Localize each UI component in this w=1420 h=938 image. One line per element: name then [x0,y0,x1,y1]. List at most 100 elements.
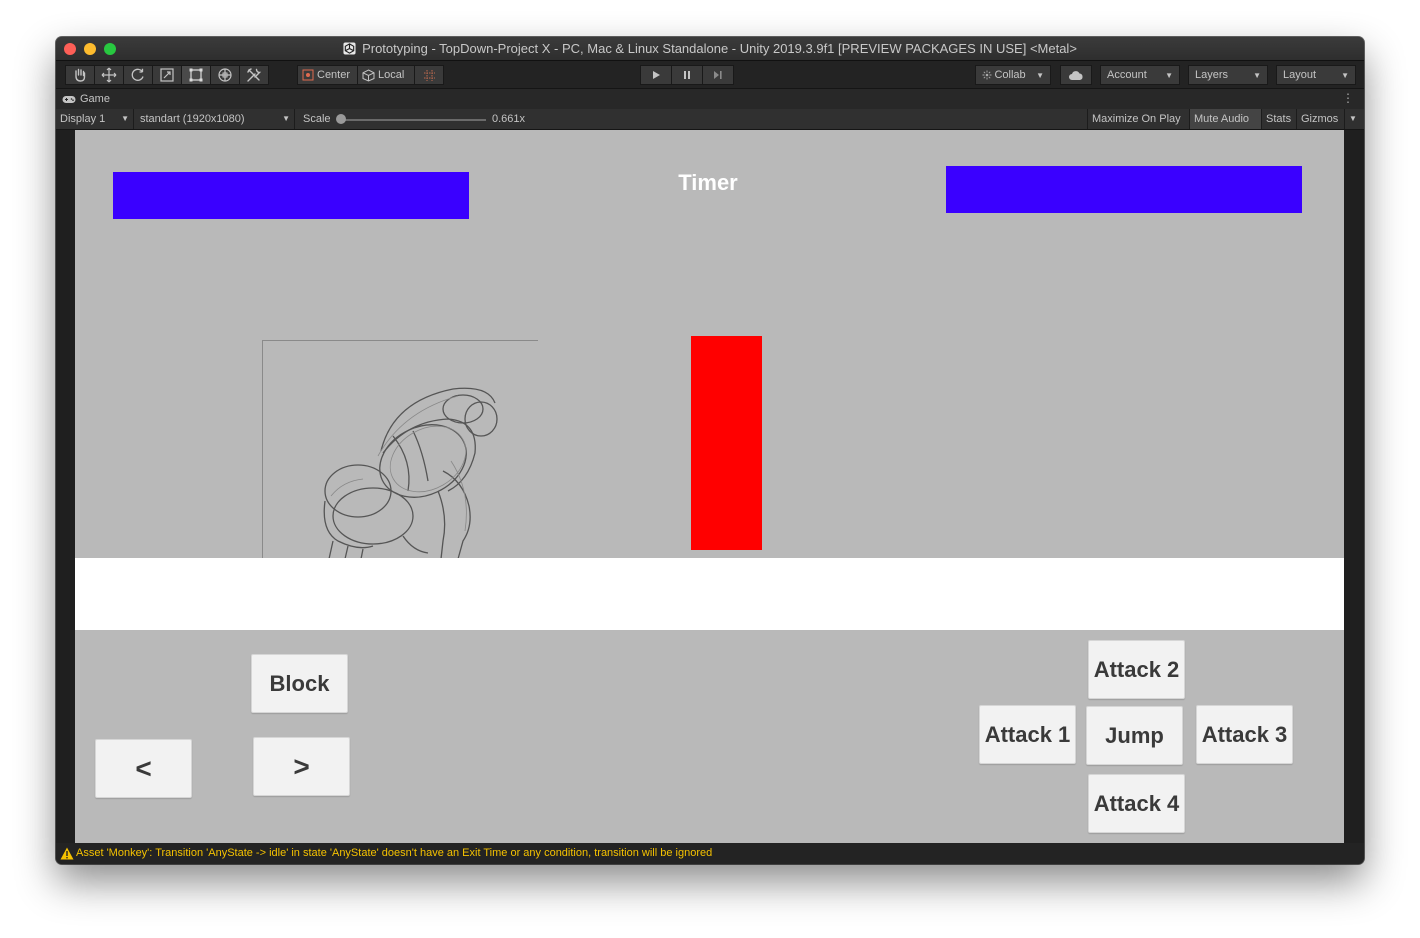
collab-caret-icon: ▼ [1036,70,1044,80]
pivot-space-button[interactable]: Local [357,65,415,85]
tab-game-label: Game [80,93,110,105]
minimize-window-button[interactable] [84,43,96,55]
account-label: Account [1107,69,1147,81]
resolution-label: standart (1920x1080) [140,113,245,125]
unity-logo-icon [343,42,356,55]
layers-caret-icon: ▼ [1253,70,1261,80]
pivot-mode-label: Center [317,69,351,81]
attack-4-button[interactable]: Attack 4 [1088,774,1185,833]
gizmos-label: Gizmos [1301,113,1339,125]
stats-label: Stats [1266,113,1292,125]
move-left-label: < [135,752,152,784]
layout-dropdown[interactable]: Layout ▼ [1276,65,1356,85]
pause-button[interactable] [671,65,703,85]
collab-dropdown[interactable]: Collab ▼ [975,65,1051,85]
timer-label: Timer [678,170,738,195]
scale-icon [160,68,174,82]
ground-platform [75,558,1344,630]
pause-icon [684,71,690,79]
layout-label: Layout [1283,69,1317,81]
layers-label: Layers [1195,69,1229,81]
layout-caret-icon: ▼ [1341,70,1349,80]
mute-audio-toggle[interactable]: Mute Audio [1189,109,1261,129]
attack-1-label: Attack 1 [984,721,1071,747]
layers-dropdown[interactable]: Layers ▼ [1188,65,1268,85]
status-message: Asset 'Monkey': Transition 'AnyState -> … [76,847,713,859]
scale-value: 0.661x [492,113,526,125]
pivot-space-label: Local [378,69,405,81]
step-button[interactable] [702,65,734,85]
resolution-caret-icon: ▼ [282,114,290,123]
window-title: Prototyping - TopDown-Project X - PC, Ma… [362,41,1077,56]
move-tool-button[interactable] [94,65,124,85]
game-tab-bar: Game ⋮ [56,89,1364,109]
attack-4-label: Attack 4 [1093,790,1180,816]
step-icon [714,71,722,79]
monkey-sketch-icon [323,387,498,560]
close-window-button[interactable] [64,43,76,55]
rotate-icon [131,68,144,81]
gamepad-icon [62,95,76,103]
gizmos-dropdown[interactable]: ▼ [1344,109,1364,129]
hand-icon [75,68,86,82]
account-dropdown[interactable]: Account ▼ [1100,65,1180,85]
player-health-bar [113,172,469,219]
jump-button[interactable]: Jump [1086,706,1183,765]
play-button[interactable] [640,65,672,85]
tab-game[interactable]: Game [62,93,110,105]
cloud-services-button[interactable] [1060,65,1092,85]
game-view-controls: Display 1 ▼ standart (1920x1080) ▼ Scale… [56,109,1364,130]
grid-snap-button[interactable] [414,65,444,85]
grid-snap-icon [423,69,435,81]
pivot-mode-button[interactable]: Center [297,65,358,85]
gizmos-caret-icon: ▼ [1349,114,1357,123]
attack-3-label: Attack 3 [1201,721,1288,747]
local-cube-icon [362,68,375,82]
block-button-label: Block [269,670,330,696]
main-toolbar: Center Local Collab ▼ Account ▼ Layers ▼… [56,61,1364,89]
scale-tool-button[interactable] [152,65,182,85]
console-status-bar[interactable]: Asset 'Monkey': Transition 'AnyState -> … [56,843,1364,864]
attack-2-button[interactable]: Attack 2 [1088,640,1185,699]
play-icon [653,71,660,79]
collab-label: Collab [994,69,1026,81]
display-dropdown[interactable]: Display 1 ▼ [56,109,134,129]
tools-wrench-icon [247,68,262,82]
maximize-on-play-toggle[interactable]: Maximize On Play [1087,109,1189,129]
move-right-label: > [293,750,310,782]
stats-toggle[interactable]: Stats [1261,109,1296,129]
game-viewport[interactable]: Timer Block < > Attack 2 Attack 1 Jump A… [75,130,1344,843]
monkey-sprite [262,340,538,560]
more-options-icon[interactable]: ⋮ [1342,91,1354,105]
transform-gizmo-icon [218,68,232,82]
rotate-tool-button[interactable] [123,65,153,85]
move-arrows-icon [101,67,117,83]
attack-1-button[interactable]: Attack 1 [979,705,1076,764]
move-right-button[interactable]: > [253,737,350,796]
block-button[interactable]: Block [251,654,348,713]
enemy-health-bar [946,166,1302,213]
attack-3-button[interactable]: Attack 3 [1196,705,1293,764]
rect-tool-button[interactable] [181,65,211,85]
scale-label: Scale [303,113,331,125]
transform-tool-button[interactable] [210,65,240,85]
maximize-window-button[interactable] [104,43,116,55]
resolution-dropdown[interactable]: standart (1920x1080) ▼ [136,109,295,129]
rect-transform-icon [189,68,203,82]
enemy-block [691,336,762,550]
display-caret-icon: ▼ [121,114,129,123]
maximize-on-play-label: Maximize On Play [1092,113,1181,125]
move-left-button[interactable]: < [95,739,192,798]
unity-editor-window: Prototyping - TopDown-Project X - PC, Ma… [56,37,1364,864]
scale-slider-handle[interactable] [336,114,346,124]
pivot-center-icon [302,69,314,81]
hand-tool-button[interactable] [65,65,95,85]
custom-tool-button[interactable] [239,65,269,85]
gizmos-toggle[interactable]: Gizmos [1296,109,1344,129]
cloud-icon [1069,70,1083,80]
attack-2-label: Attack 2 [1093,656,1180,682]
display-label: Display 1 [60,113,106,125]
scale-slider-track[interactable] [339,119,486,121]
account-caret-icon: ▼ [1165,70,1173,80]
title-bar: Prototyping - TopDown-Project X - PC, Ma… [56,37,1364,61]
